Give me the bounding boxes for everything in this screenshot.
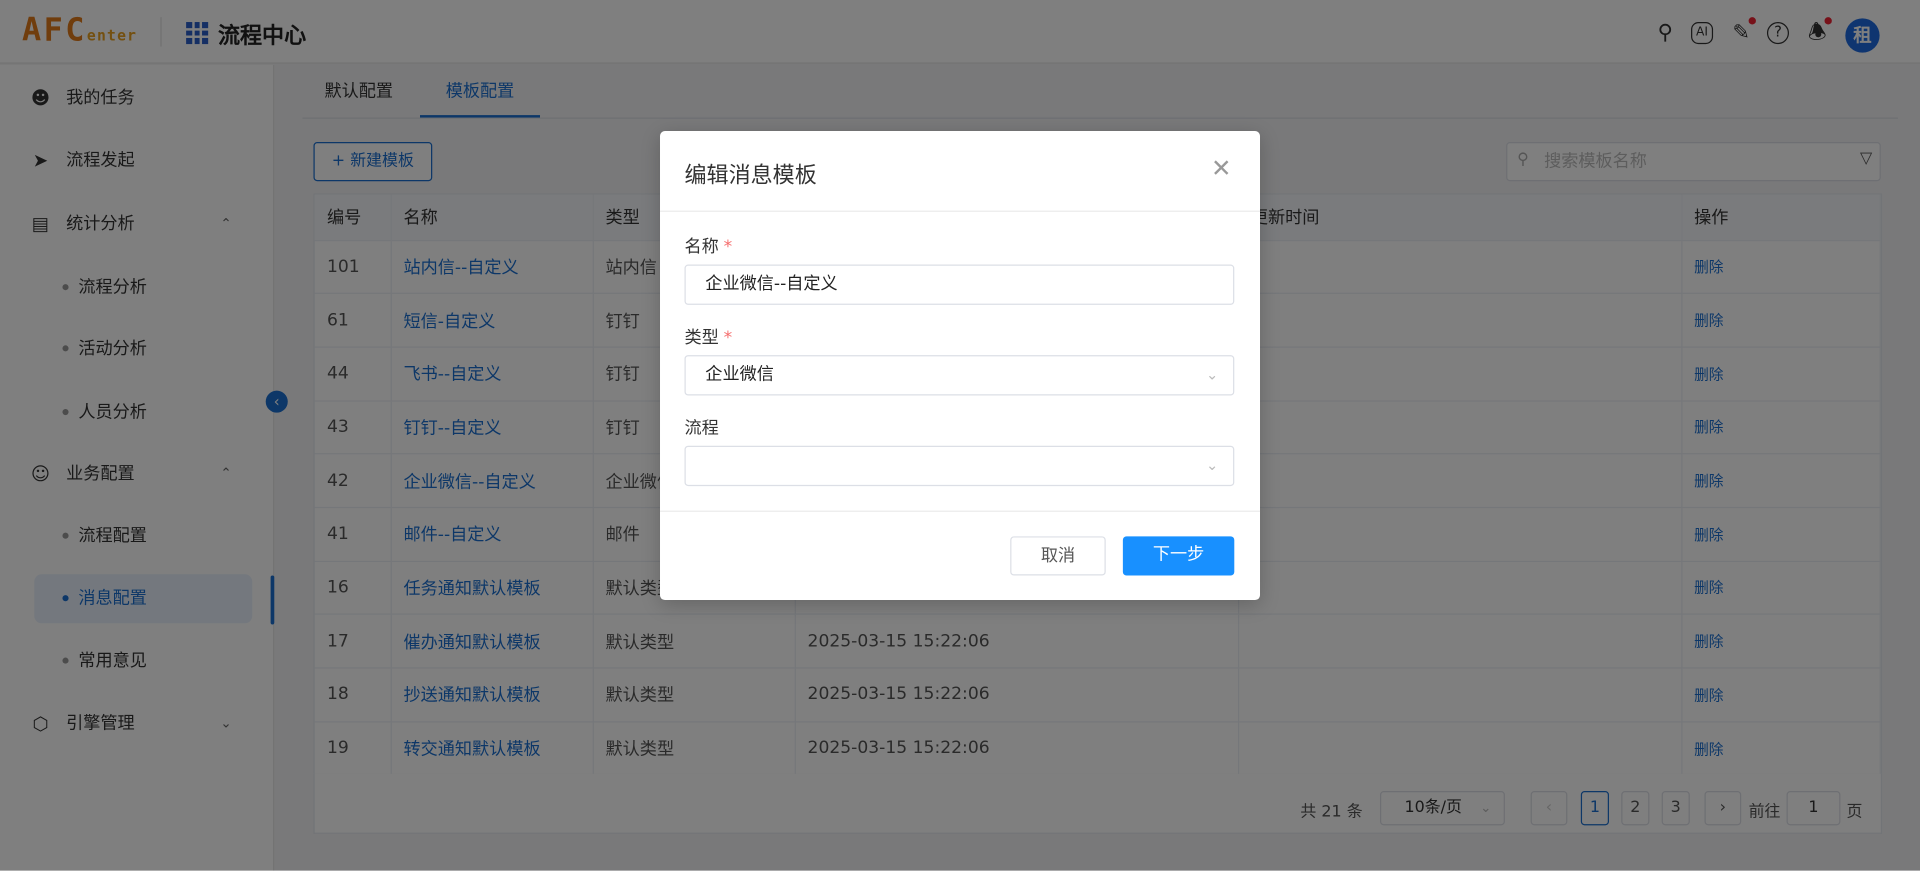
next-step-button[interactable]: 下一步 xyxy=(1122,536,1235,576)
chevron-down-icon: ⌄ xyxy=(1206,456,1219,474)
type-label: 类型 * xyxy=(684,328,733,348)
app: AFCenter 流程中心 ⚲ AI ✎ ? 🕭 租 ☻我的任务 ➤流程发起 ▤… xyxy=(0,0,1920,871)
name-field[interactable]: 企业微信--自定义 xyxy=(684,264,1235,305)
cancel-button[interactable]: 取消 xyxy=(1010,536,1106,576)
divider xyxy=(660,210,1261,212)
divider xyxy=(660,510,1261,512)
edit-template-dialog: 编辑消息模板 ✕ 名称 * 企业微信--自定义 类型 * 企业微信 ⌄ 流程 ⌄ 取消… xyxy=(660,131,1261,601)
name-label: 名称 * xyxy=(684,237,733,258)
dialog-title: 编辑消息模板 xyxy=(684,162,817,189)
chevron-down-icon: ⌄ xyxy=(1206,366,1219,384)
close-icon[interactable]: ✕ xyxy=(1211,153,1232,182)
type-select[interactable]: 企业微信 ⌄ xyxy=(684,355,1235,396)
flow-label: 流程 xyxy=(684,418,719,439)
flow-select[interactable]: ⌄ xyxy=(684,445,1235,487)
